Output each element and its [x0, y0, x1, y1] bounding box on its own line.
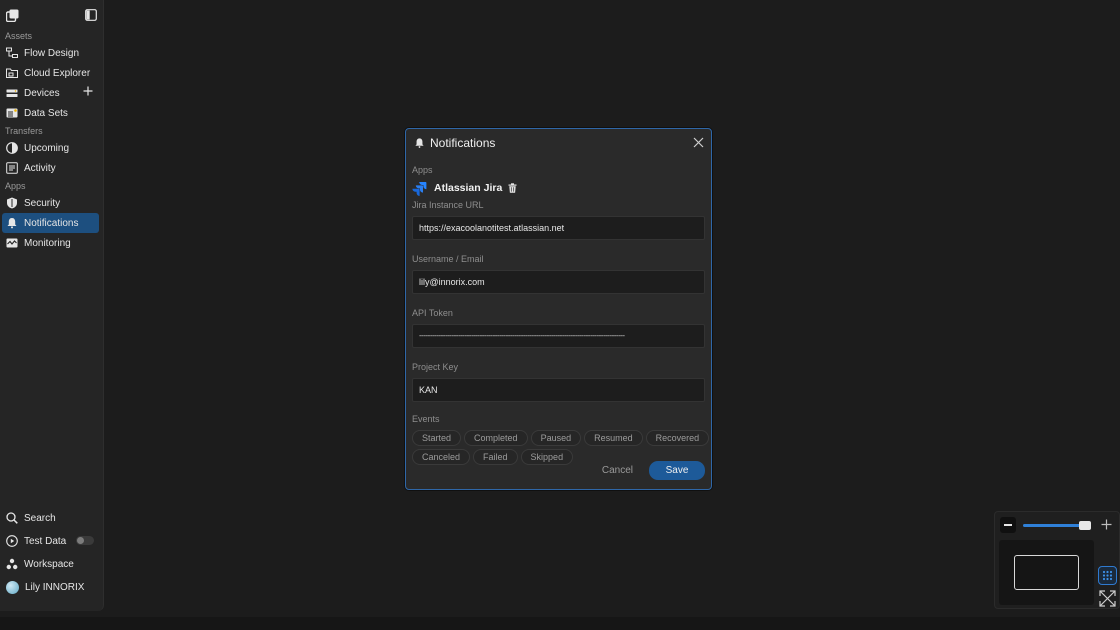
sidebar-item-label: Upcoming	[24, 142, 70, 154]
jira-icon	[412, 181, 427, 196]
user-name: Lily INNORIX	[25, 581, 85, 593]
clock-half-icon	[6, 142, 18, 154]
sidebar-item-monitoring[interactable]: Monitoring	[2, 233, 99, 253]
shield-icon	[7, 197, 17, 209]
test-data-toggle[interactable]	[76, 536, 94, 545]
event-chip-resumed[interactable]: Resumed	[584, 430, 643, 446]
sidebar-item-test-data[interactable]: Test Data	[2, 530, 100, 552]
activity-icon	[6, 162, 18, 174]
section-apps: Apps	[5, 181, 26, 191]
workspace-icon	[6, 558, 18, 570]
folder-icon	[6, 68, 18, 78]
data-sets-icon	[6, 108, 18, 118]
sidebar: Assets Flow Design Cloud Explorer Device…	[0, 0, 104, 611]
event-chip-completed[interactable]: Completed	[464, 430, 528, 446]
event-chip-canceled[interactable]: Canceled	[412, 449, 471, 465]
grid-icon	[1102, 570, 1113, 581]
sidebar-item-label: Monitoring	[24, 237, 71, 249]
event-chip-paused[interactable]: Paused	[530, 430, 582, 446]
fit-view-icon[interactable]	[1098, 589, 1117, 608]
section-assets: Assets	[5, 31, 33, 41]
api-token-input[interactable]: ----------------------------------------…	[412, 324, 705, 348]
sidebar-item-label: Workspace	[24, 558, 74, 570]
sidebar-item-label: Test Data	[24, 535, 67, 547]
monitoring-icon	[6, 238, 18, 248]
devices-icon	[6, 89, 18, 97]
search-icon	[6, 512, 18, 524]
sidebar-item-flow-design[interactable]: Flow Design	[2, 43, 99, 63]
bell-icon	[7, 218, 17, 229]
sidebar-item-label: Security	[24, 197, 61, 209]
notifications-dialog: Notifications Apps Atlassian Jira Jira I…	[405, 128, 712, 490]
sidebar-item-devices[interactable]: Devices	[2, 83, 99, 103]
sidebar-item-label: Data Sets	[24, 107, 68, 119]
trash-icon[interactable]	[508, 183, 517, 193]
sidebar-bottom: Search Test Data Workspace Lily INNORIX	[0, 507, 104, 599]
dialog-actions: Cancel Save	[602, 461, 705, 480]
sidebar-item-cloud-explorer[interactable]: Cloud Explorer	[2, 63, 99, 83]
event-chip-started[interactable]: Started	[412, 430, 462, 446]
sidebar-header	[0, 0, 103, 30]
avatar	[6, 580, 19, 594]
sidebar-item-label: Activity	[24, 162, 56, 174]
project-key-input[interactable]: KAN	[412, 378, 705, 402]
project-key-label: Project Key	[412, 362, 459, 372]
status-strip	[0, 617, 1120, 630]
zoom-in-icon[interactable]	[1101, 519, 1112, 530]
sidebar-item-label: Flow Design	[24, 47, 80, 59]
api-token-label: API Token	[412, 308, 453, 318]
add-device-icon[interactable]	[83, 86, 93, 96]
bell-icon	[415, 138, 424, 148]
save-button[interactable]: Save	[649, 461, 705, 480]
minimap[interactable]	[999, 540, 1094, 605]
dialog-body: Apps Atlassian Jira Jira Instance URL ht…	[406, 157, 711, 465]
jira-url-input[interactable]: https://exacoolanotitest.atlassian.net	[412, 216, 705, 240]
sidebar-item-activity[interactable]: Activity	[2, 158, 99, 178]
event-chip-failed[interactable]: Failed	[473, 449, 518, 465]
close-icon[interactable]	[693, 137, 704, 148]
username-label: Username / Email	[412, 254, 484, 264]
zoom-slider-thumb[interactable]	[1079, 521, 1091, 530]
sidebar-item-user[interactable]: Lily INNORIX	[2, 576, 100, 598]
event-chip-skipped[interactable]: Skipped	[520, 449, 574, 465]
sidebar-item-workspace[interactable]: Workspace	[2, 553, 100, 575]
zoom-out-button[interactable]	[1000, 517, 1016, 533]
url-label: Jira Instance URL	[412, 200, 484, 210]
play-circle-icon	[6, 535, 18, 547]
sidebar-item-label: Notifications	[24, 217, 79, 229]
zoom-slider[interactable]	[1023, 521, 1091, 530]
sidebar-item-label: Search	[24, 512, 56, 524]
username-input[interactable]: lily@innorix.com	[412, 270, 705, 294]
flow-icon	[6, 47, 18, 58]
event-chip-recovered[interactable]: Recovered	[645, 430, 710, 446]
zoom-minimap-panel	[994, 511, 1120, 609]
sidebar-item-label: Cloud Explorer	[24, 67, 91, 79]
app-logo-icon[interactable]	[6, 9, 19, 22]
sidebar-item-label: Devices	[24, 87, 60, 99]
sidebar-item-search[interactable]: Search	[2, 507, 100, 529]
sidebar-item-security[interactable]: Security	[2, 193, 99, 213]
dialog-header: Notifications	[406, 129, 711, 157]
minimap-viewport[interactable]	[1014, 555, 1079, 590]
sidebar-item-notifications[interactable]: Notifications	[2, 213, 99, 233]
zoom-bar	[995, 512, 1119, 538]
grid-toggle-button[interactable]	[1098, 566, 1117, 585]
apps-label: Apps	[412, 165, 433, 175]
sidebar-item-upcoming[interactable]: Upcoming	[2, 138, 99, 158]
cancel-button[interactable]: Cancel	[602, 465, 633, 476]
sidebar-toggle-icon[interactable]	[85, 9, 97, 21]
events-label: Events	[412, 414, 440, 424]
dialog-title: Notifications	[430, 136, 496, 150]
app-name: Atlassian Jira	[434, 182, 503, 194]
app-row: Atlassian Jira	[412, 177, 705, 199]
sidebar-item-data-sets[interactable]: Data Sets	[2, 103, 99, 123]
events-chips: Started Completed Paused Resumed Recover…	[412, 430, 712, 465]
section-transfers: Transfers	[5, 126, 43, 136]
